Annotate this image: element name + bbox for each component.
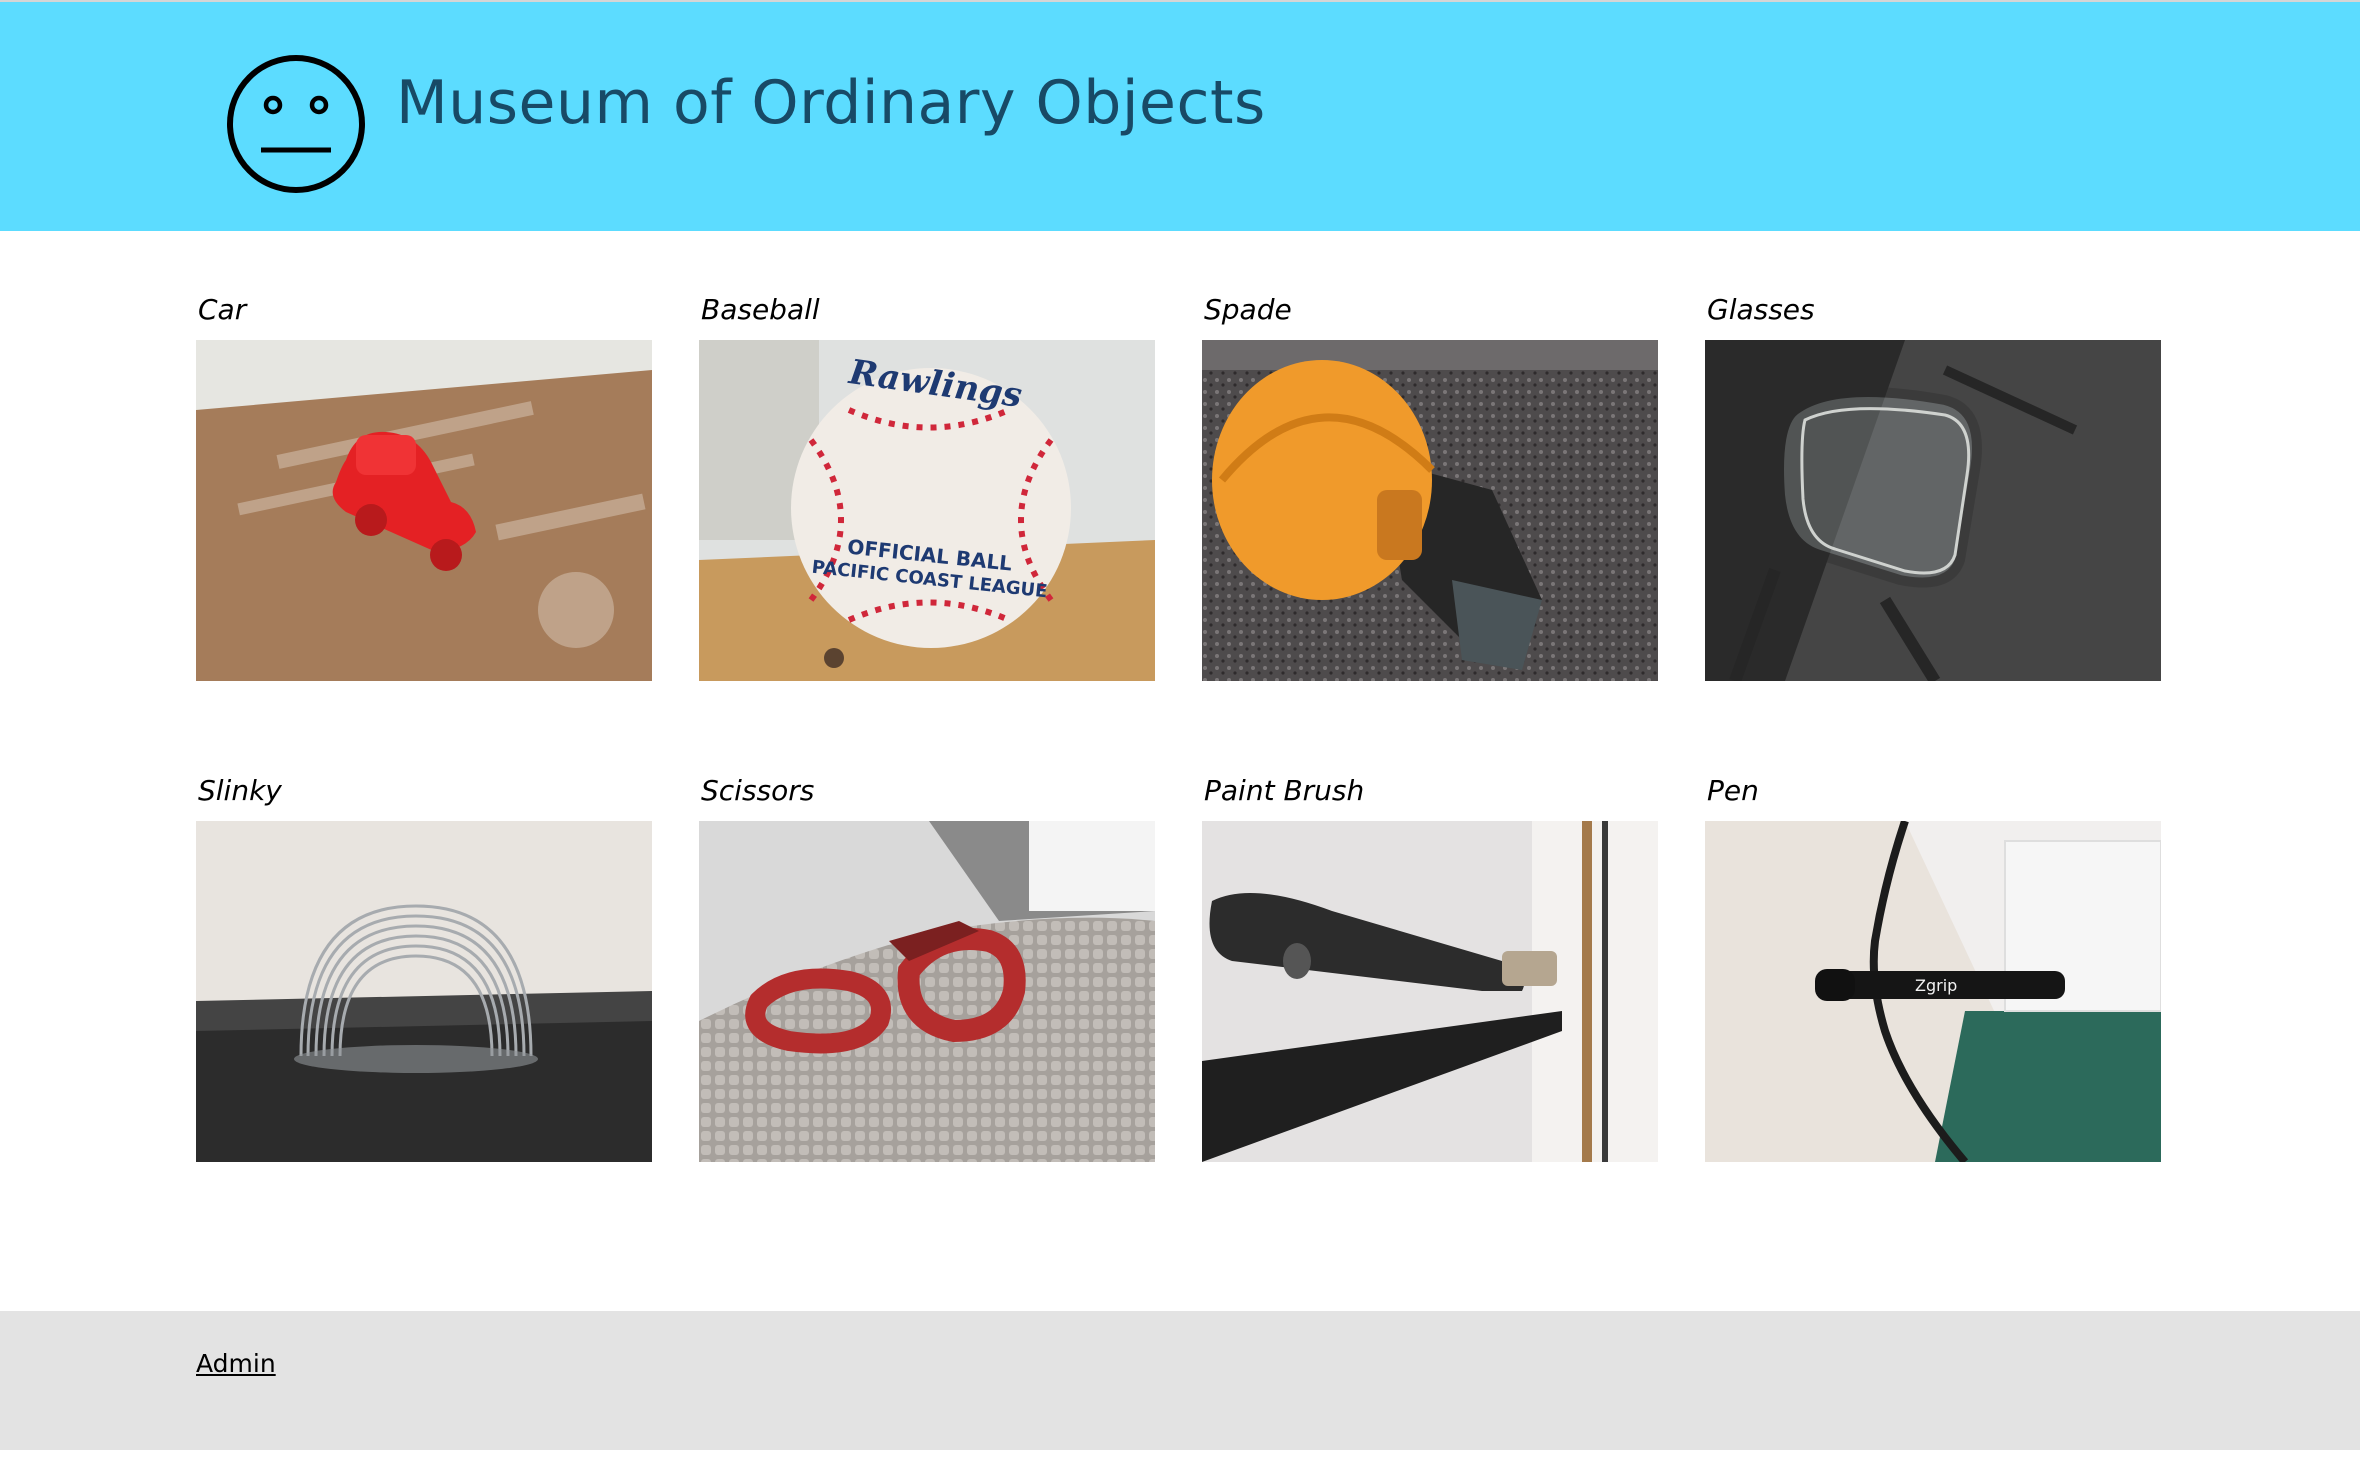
site-footer: Admin bbox=[0, 1311, 2360, 1450]
scissors-photo[interactable] bbox=[699, 821, 1155, 1162]
exhibit-title: Glasses bbox=[1707, 293, 1815, 326]
site-header: Museum of Ordinary Objects bbox=[0, 2, 2360, 231]
baseball-photo[interactable]: Rawlings OFFICIAL BALL PACIFIC COAST LEA… bbox=[699, 340, 1155, 681]
spade-photo[interactable] bbox=[1202, 340, 1658, 681]
exhibit-title: Pen bbox=[1707, 774, 1759, 807]
exhibit-title: Paint Brush bbox=[1204, 774, 1365, 807]
paint-brush-photo[interactable] bbox=[1202, 821, 1658, 1162]
exhibit-title: Spade bbox=[1204, 293, 1292, 326]
car-photo[interactable] bbox=[196, 340, 652, 681]
exhibit-title: Scissors bbox=[701, 774, 815, 807]
pen-photo[interactable]: Zgrip bbox=[1705, 821, 2161, 1162]
exhibit-title: Baseball bbox=[701, 293, 820, 326]
exhibit-title: Car bbox=[198, 293, 247, 326]
admin-link[interactable]: Admin bbox=[196, 1349, 276, 1378]
neutral-face-icon[interactable] bbox=[226, 54, 366, 194]
glasses-photo[interactable] bbox=[1705, 340, 2161, 681]
pen-brand-text: Zgrip bbox=[1915, 976, 1957, 995]
site-title: Museum of Ordinary Objects bbox=[396, 68, 1266, 138]
exhibit-title: Slinky bbox=[198, 774, 282, 807]
slinky-photo[interactable] bbox=[196, 821, 652, 1162]
